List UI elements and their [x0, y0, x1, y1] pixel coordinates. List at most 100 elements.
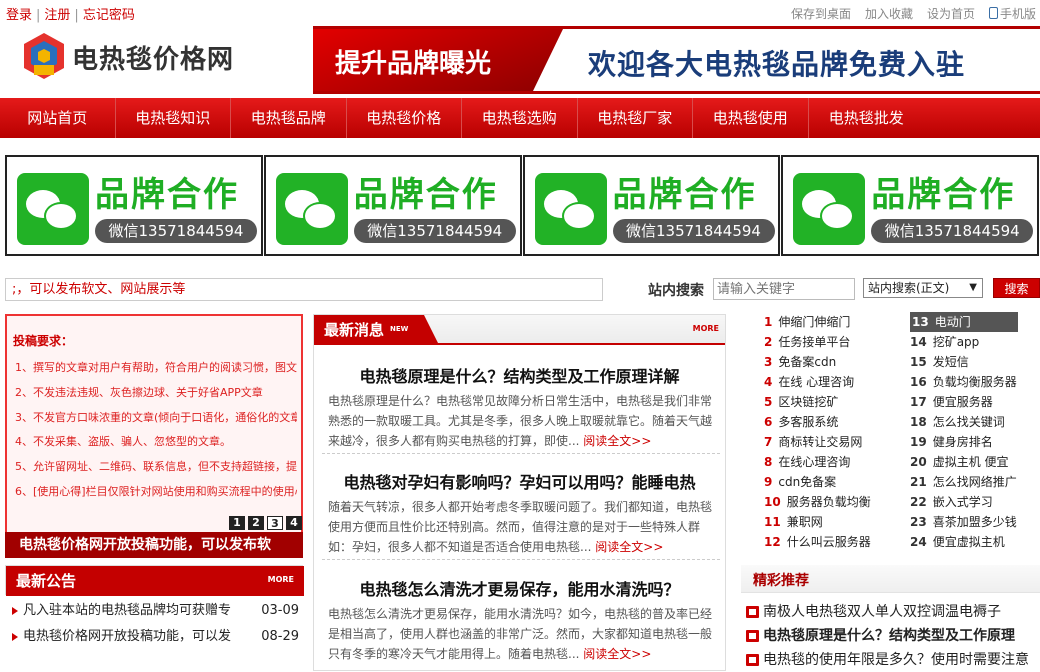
site-logo[interactable]: 电热毯价格网	[20, 31, 270, 87]
ranking-item[interactable]: 6 多客服系统	[764, 412, 838, 432]
ranking-number: 16	[910, 375, 927, 389]
slider-page-2[interactable]: 2	[248, 516, 264, 530]
search-scope-select[interactable]: 站内搜索(正文) ▼	[863, 278, 983, 298]
ad-banner[interactable]: 品牌合作 微信13571844594	[522, 155, 781, 256]
search-button[interactable]: 搜索	[993, 278, 1040, 298]
featured-item[interactable]: 电热毯的使用年限是多久？使用时需要注意	[741, 648, 1040, 672]
ranking-number: 20	[910, 455, 927, 469]
submission-rules-slide[interactable]: 投稿要求： 1、撰写的文章对用户有帮助，符合用户的阅读习惯，图文并茂思路清晰。 …	[5, 314, 303, 538]
nav-price[interactable]: 电热毯价格	[347, 98, 462, 138]
read-more-link[interactable]: 阅读全文>>	[595, 540, 663, 554]
ranking-item[interactable]: 16 负载均衡服务器	[910, 372, 1017, 392]
search-input[interactable]	[713, 278, 855, 300]
ad-banner[interactable]: 品牌合作 微信13571844594	[5, 155, 263, 256]
ad-wechat: 微信13571844594	[95, 219, 257, 243]
announcement-item[interactable]: 电热毯价格网开放投稿功能，可以发 08-29	[5, 624, 303, 650]
ranking-item[interactable]: 18 怎么找关键词	[910, 412, 1005, 432]
ranking-item[interactable]: 20 虚拟主机 便宜	[910, 452, 1009, 472]
news-title: 最新消息	[324, 321, 385, 339]
ranking-item[interactable]: 8 在线心理咨询	[764, 452, 850, 472]
latest-news-panel: 最新消息 NEW MORE 电热毯原理是什么？结构类型及工作原理详解 电热毯原理…	[313, 314, 726, 671]
featured-item[interactable]: 电热毯原理是什么？结构类型及工作原理	[741, 624, 1040, 648]
ranking-text: 兼职网	[786, 515, 823, 529]
ad-wechat: 微信13571844594	[871, 219, 1034, 243]
account-links: 登录 | 注册 | 忘记密码	[6, 4, 135, 23]
ranking-item[interactable]: 12 什么叫云服务器	[764, 532, 871, 552]
news-summary-text: 电热毯怎么清洗才更易保存，能用水清洗吗？如今，电热毯的普及率已经是相当高了，使用…	[328, 607, 713, 661]
slider-page-4[interactable]: 4	[286, 516, 302, 530]
slider-page-3[interactable]: 3	[267, 516, 283, 530]
news-item-title[interactable]: 电热毯怎么清洗才更易保存，能用水清洗吗？	[314, 576, 725, 600]
ranking-item[interactable]: 21 怎么找网络推广	[910, 472, 1017, 492]
ranking-number: 4	[764, 375, 773, 389]
ranking-item[interactable]: 24 便宜虚拟主机	[910, 532, 1005, 552]
ranking-item[interactable]: 9 cdn免备案	[764, 472, 836, 492]
ranking-item[interactable]: 2 任务接单平台	[764, 332, 850, 352]
ad-banner[interactable]: 品牌合作 微信13571844594	[263, 155, 522, 256]
set-home-link[interactable]: 设为首页	[927, 5, 975, 22]
read-more-link[interactable]: 阅读全文>>	[583, 434, 651, 448]
news-item-title[interactable]: 电热毯原理是什么？结构类型及工作原理详解	[314, 363, 725, 387]
slide-caption[interactable]: 电热毯价格网开放投稿功能，可以发布软	[5, 532, 303, 558]
ranking-item[interactable]: 22 嵌入式学习	[910, 492, 993, 512]
featured-item[interactable]: 南极人电热毯双人单人双控调温电褥子	[741, 600, 1040, 624]
nav-knowledge[interactable]: 电热毯知识	[116, 98, 231, 138]
save-desktop-link[interactable]: 保存到桌面	[791, 5, 851, 22]
featured-list: 南极人电热毯双人单人双控调温电褥子 电热毯原理是什么？结构类型及工作原理 电热毯…	[741, 600, 1040, 672]
ranking-item[interactable]: 13 电动门	[910, 312, 1018, 332]
ranking-text: 便宜虚拟主机	[932, 535, 1005, 549]
ranking-item[interactable]: 1 伸缩门伸缩门	[764, 312, 850, 332]
news-item-title[interactable]: 电热毯对孕妇有影响吗？孕妇可以用吗？能睡电热	[314, 469, 725, 493]
ranking-text: 发短信	[932, 355, 969, 369]
logo-icon	[24, 33, 64, 79]
ranking-item[interactable]: 15 发短信	[910, 352, 969, 372]
rules-heading: 投稿要求：	[13, 334, 74, 348]
login-link[interactable]: 登录	[6, 8, 32, 23]
nav-brand[interactable]: 电热毯品牌	[231, 98, 347, 138]
ranking-item[interactable]: 17 便宜服务器	[910, 392, 993, 412]
nav-home[interactable]: 网站首页	[0, 98, 116, 138]
announcements-list: 凡入驻本站的电热毯品牌均可获赠专 03-09 电热毯价格网开放投稿功能，可以发 08…	[5, 598, 303, 650]
header-banner[interactable]: 提升品牌曝光 欢迎各大电热毯品牌免费入驻	[313, 26, 1040, 94]
ranking-item[interactable]: 3 免备案cdn	[764, 352, 836, 372]
announcement-item[interactable]: 凡入驻本站的电热毯品牌均可获赠专 03-09	[5, 598, 303, 624]
announcements-title: 最新公告	[6, 566, 304, 596]
nav-manufacturer[interactable]: 电热毯厂家	[578, 98, 693, 138]
ad-banner[interactable]: 品牌合作 微信13571844594	[781, 155, 1039, 256]
ranking-item[interactable]: 4 在线 心理咨询	[764, 372, 854, 392]
ad-title: 品牌合作	[871, 175, 1016, 215]
read-more-link[interactable]: 阅读全文>>	[583, 647, 651, 661]
announcements-more[interactable]: MORE	[268, 575, 294, 584]
nav-wholesale[interactable]: 电热毯批发	[809, 98, 925, 138]
ranking-number: 24	[910, 535, 927, 549]
ranking-item[interactable]: 11 兼职网	[764, 512, 823, 532]
mobile-link[interactable]: 手机版	[988, 5, 1036, 22]
ranking-item[interactable]: 5 区块链挖矿	[764, 392, 838, 412]
separator: |	[74, 8, 79, 23]
ranking-item[interactable]: 23 喜茶加盟多少钱	[910, 512, 1017, 532]
news-item: 电热毯怎么清洗才更易保存，能用水清洗吗？ 电热毯怎么清洗才更易保存，能用水清洗吗…	[314, 576, 725, 661]
wechat-icon	[534, 173, 607, 245]
forgot-password-link[interactable]: 忘记密码	[83, 8, 135, 23]
news-item-summary: 随着天气转凉，很多人都开始考虑冬季取暖问题了。我们都知道，电热毯使用方便而且性价…	[328, 497, 716, 557]
nav-buying[interactable]: 电热毯选购	[462, 98, 578, 138]
ranking-item[interactable]: 14 挖矿app	[910, 332, 979, 352]
ranking-text: 在线 心理咨询	[778, 375, 855, 389]
nav-usage[interactable]: 电热毯使用	[693, 98, 809, 138]
ranking-number: 5	[764, 395, 773, 409]
register-link[interactable]: 注册	[44, 8, 70, 23]
ranking-item[interactable]: 19 健身房排名	[910, 432, 993, 452]
add-favorite-link[interactable]: 加入收藏	[865, 5, 913, 22]
ad-title: 品牌合作	[95, 175, 239, 215]
slider-page-1[interactable]: 1	[229, 516, 245, 530]
ranking-item[interactable]: 7 商标转让交易网	[764, 432, 862, 452]
news-more[interactable]: MORE	[693, 324, 719, 333]
news-item-summary: 电热毯原理是什么？电热毯常见故障分析日常生活中，电热毯是我们非常熟悉的一款取暖工…	[328, 391, 716, 451]
news-summary-text: 电热毯原理是什么？电热毯常见故障分析日常生活中，电热毯是我们非常熟悉的一款取暖工…	[328, 394, 713, 448]
scrolling-notice[interactable]: ;，可以发布软文、网站展示等	[5, 278, 603, 301]
ranking-text: 电动门	[934, 315, 971, 329]
rule-item: 3、不发官方口味浓重的文章(倾向于口语化，通俗化的文章)。	[15, 410, 297, 424]
ranking-item[interactable]: 10 服务器负载均衡	[764, 492, 871, 512]
divider	[322, 453, 720, 454]
ranking-text: 服务器负载均衡	[786, 495, 871, 509]
